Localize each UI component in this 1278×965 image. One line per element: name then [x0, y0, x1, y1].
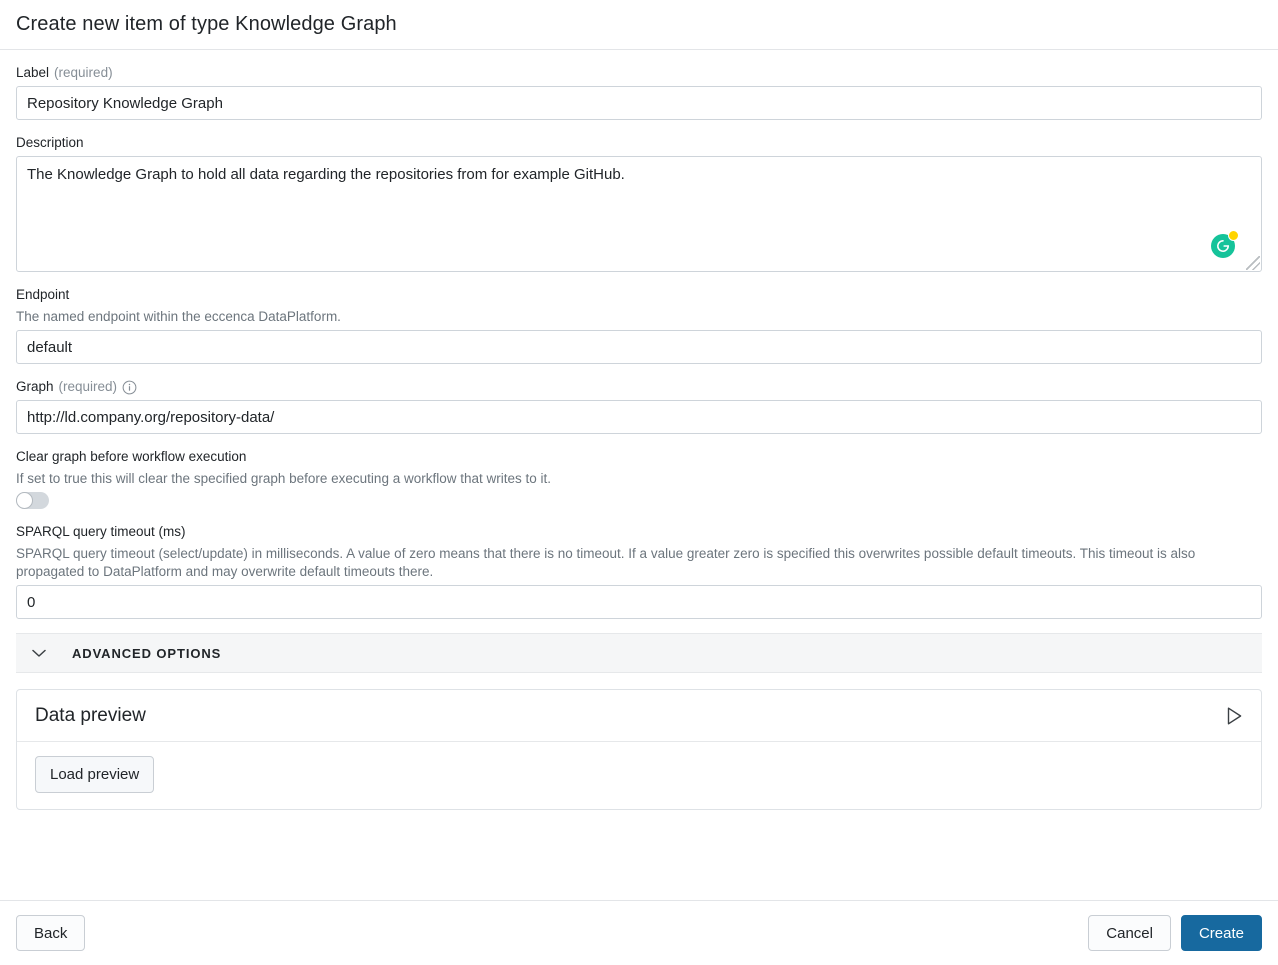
- dialog-body: Label (required) Description The Knowled…: [0, 50, 1278, 900]
- timeout-input[interactable]: [16, 585, 1262, 619]
- field-endpoint-group: Endpoint The named endpoint within the e…: [16, 286, 1262, 364]
- field-label-group: Label (required): [16, 64, 1262, 120]
- timeout-field-description: SPARQL query timeout (select/update) in …: [16, 546, 1196, 579]
- advanced-options-bar[interactable]: ADVANCED OPTIONS: [16, 633, 1262, 673]
- data-preview-card: Data preview Load preview: [16, 689, 1262, 810]
- chevron-down-icon: [32, 649, 46, 658]
- footer-actions: Cancel Create: [1088, 915, 1262, 951]
- back-button[interactable]: Back: [16, 915, 86, 951]
- label-field-label-text: Label: [16, 65, 50, 80]
- data-preview-header: Data preview: [17, 690, 1261, 742]
- graph-input[interactable]: [16, 400, 1262, 434]
- clear-graph-toggle[interactable]: [16, 492, 49, 509]
- endpoint-input[interactable]: [16, 330, 1262, 364]
- field-clear-graph-group: Clear graph before workflow execution If…: [16, 448, 1262, 509]
- cancel-button[interactable]: Cancel: [1088, 915, 1171, 951]
- page-title: Create new item of type Knowledge Graph: [16, 13, 397, 35]
- load-preview-button[interactable]: Load preview: [35, 756, 155, 793]
- description-field-label-text: Description: [16, 135, 84, 150]
- data-preview-title: Data preview: [35, 704, 146, 726]
- clear-graph-field-label-text: Clear graph before workflow execution: [16, 449, 247, 464]
- label-input[interactable]: [16, 86, 1262, 120]
- dialog-footer: Back Cancel Create: [0, 900, 1278, 965]
- label-field-label: Label (required): [16, 64, 1262, 82]
- grammarly-badge-dot: [1228, 230, 1239, 241]
- dialog-header: Create new item of type Knowledge Graph: [0, 0, 1278, 50]
- description-textarea-wrap: The Knowledge Graph to hold all data reg…: [16, 156, 1262, 272]
- create-item-dialog: Create new item of type Knowledge Graph …: [0, 0, 1278, 965]
- endpoint-field-description: The named endpoint within the eccenca Da…: [16, 309, 341, 324]
- label-field-required: (required): [54, 65, 113, 80]
- field-timeout-group: SPARQL query timeout (ms) SPARQL query t…: [16, 523, 1262, 619]
- create-button[interactable]: Create: [1180, 915, 1262, 951]
- description-field-label: Description: [16, 134, 1262, 152]
- play-outline-icon[interactable]: [1223, 705, 1245, 727]
- timeout-field-label: SPARQL query timeout (ms): [16, 523, 1262, 541]
- clear-graph-toggle-knob: [16, 492, 33, 509]
- endpoint-field-label-text: Endpoint: [16, 287, 70, 302]
- clear-graph-field-description: If set to true this will clear the speci…: [16, 471, 552, 486]
- graph-field-label-text: Graph: [16, 379, 54, 394]
- grammarly-icon[interactable]: [1211, 230, 1239, 258]
- advanced-options-label: ADVANCED OPTIONS: [72, 645, 222, 661]
- description-textarea[interactable]: The Knowledge Graph to hold all data reg…: [16, 156, 1262, 272]
- clear-graph-field-label: Clear graph before workflow execution: [16, 448, 1262, 466]
- timeout-field-label-text: SPARQL query timeout (ms): [16, 524, 186, 539]
- data-preview-body: Load preview: [17, 742, 1261, 809]
- endpoint-field-label: Endpoint: [16, 286, 1262, 304]
- field-graph-group: Graph (required): [16, 378, 1262, 434]
- info-circle-icon[interactable]: [122, 380, 137, 395]
- field-description-group: Description The Knowledge Graph to hold …: [16, 134, 1262, 272]
- graph-field-label: Graph (required): [16, 378, 1262, 396]
- graph-field-required: (required): [58, 379, 118, 394]
